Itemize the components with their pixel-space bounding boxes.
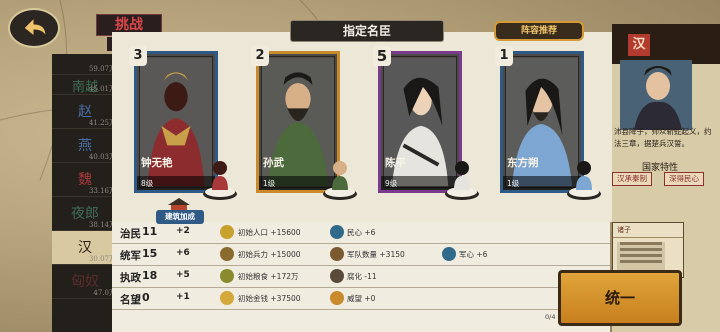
nation-item[interactable]: 赵 41.25万 bbox=[52, 95, 118, 129]
stat-effect: 初始粮食 +172万 bbox=[238, 272, 299, 281]
stat-effect: 军队数量 +3150 bbox=[347, 250, 405, 259]
unify-button[interactable]: 统一 bbox=[558, 270, 682, 326]
stat-effect: 初始人口 +15600 bbox=[238, 228, 301, 237]
stat-effect: 威望 +0 bbox=[347, 294, 376, 303]
stat-label: 统军 bbox=[120, 250, 141, 262]
stat-bonus: +1 bbox=[176, 292, 190, 302]
order-number: 5 bbox=[373, 46, 391, 66]
back-arrow-icon bbox=[23, 16, 47, 38]
lineup-recommend-button[interactable]: 阵容推荐 bbox=[494, 21, 584, 41]
minister-level: 1级 bbox=[507, 179, 520, 188]
order-number: 3 bbox=[129, 46, 147, 66]
minister-name: 钟无艳 bbox=[141, 157, 173, 169]
minister-name: 孙武 bbox=[263, 157, 284, 169]
minister-level: 9级 bbox=[385, 179, 398, 188]
order-number: 2 bbox=[251, 46, 269, 66]
chibi-figure-icon bbox=[445, 161, 479, 200]
nation-description: 沛县降子，帅众斩蛇起义，约法三章，据楚兵汉誓。 bbox=[614, 127, 712, 148]
stat-effect: 腐化 -11 bbox=[347, 272, 377, 281]
stat-value: 11 bbox=[142, 225, 158, 238]
stat-effect: 军心 +6 bbox=[459, 250, 488, 259]
stat-bonus: +6 bbox=[176, 248, 190, 258]
stat-value: 0 bbox=[142, 291, 150, 304]
figurine bbox=[564, 154, 604, 202]
minister-level: 1级 bbox=[263, 179, 276, 188]
nation-item[interactable]: 魏 33.16万 bbox=[52, 163, 118, 197]
stat-effect: 初始兵力 +15000 bbox=[238, 250, 301, 259]
nation-item-selected[interactable]: 汉 30.07万 bbox=[52, 231, 118, 265]
nation-item[interactable]: 燕 40.03万 bbox=[52, 129, 118, 163]
figurine bbox=[442, 154, 482, 202]
stat-label: 治民 bbox=[120, 228, 141, 240]
minister-level: 8级 bbox=[141, 179, 154, 188]
stat-effect: 民心 +6 bbox=[347, 228, 376, 237]
trait-badge[interactable]: 深得民心 bbox=[664, 172, 704, 186]
nation-list: 59.07万 南越 45.01万 赵 41.25万 燕 40.03万 魏 33.… bbox=[52, 54, 118, 332]
stat-value: 18 bbox=[142, 269, 158, 282]
page-indicator: 0/4 bbox=[545, 313, 556, 321]
nation-item[interactable]: 匈奴 47.0万 bbox=[52, 265, 118, 299]
stat-bonus: +5 bbox=[176, 270, 190, 280]
stats-table: 治民 11 +2 初始人口 +15600 民心 +6 统军 15 +6 初始兵力… bbox=[112, 222, 610, 332]
stat-effect: 初始金钱 +37500 bbox=[238, 294, 301, 303]
figurine bbox=[320, 154, 360, 202]
chibi-figure-icon bbox=[567, 161, 601, 200]
army-morale-icon bbox=[442, 247, 456, 261]
figurine bbox=[200, 154, 240, 202]
stat-label: 执政 bbox=[120, 272, 141, 284]
troops-icon bbox=[220, 247, 234, 261]
order-number: 1 bbox=[495, 46, 513, 66]
trait-badge[interactable]: 汉承秦制 bbox=[612, 172, 652, 186]
stat-row: 执政 18 +5 初始粮食 +172万 腐化 -11 bbox=[112, 266, 610, 288]
minister-name: 陈平 bbox=[385, 157, 406, 169]
morale-icon bbox=[330, 225, 344, 239]
grain-icon bbox=[220, 269, 234, 283]
minister-name: 东方朔 bbox=[507, 157, 539, 169]
nation-item[interactable]: 夜郎 38.14万 bbox=[52, 197, 118, 231]
nation-flag: 汉 bbox=[628, 34, 650, 56]
ruler-portrait bbox=[620, 60, 692, 130]
stat-row: 治民 11 +2 初始人口 +15600 民心 +6 bbox=[112, 222, 610, 244]
stat-label: 名望 bbox=[120, 294, 141, 306]
stat-row: 统军 15 +6 初始兵力 +15000 军队数量 +3150 军心 +6 bbox=[112, 244, 610, 266]
building-bonus-tag: 建筑加成 bbox=[156, 210, 204, 224]
edict-card-title: 诸子 bbox=[613, 223, 683, 238]
chibi-figure-icon bbox=[323, 161, 357, 200]
population-icon bbox=[220, 225, 234, 239]
nation-item[interactable]: 南越 45.01万 bbox=[52, 75, 118, 95]
stat-bonus: +2 bbox=[176, 226, 190, 236]
chibi-figure-icon bbox=[203, 161, 237, 200]
back-button[interactable] bbox=[8, 8, 60, 48]
stat-value: 15 bbox=[142, 247, 158, 260]
gold-icon bbox=[220, 291, 234, 305]
nation-item[interactable]: 59.07万 bbox=[52, 54, 118, 75]
building-icon bbox=[168, 198, 190, 211]
corruption-icon bbox=[330, 269, 344, 283]
army-icon bbox=[330, 247, 344, 261]
prestige-icon bbox=[330, 291, 344, 305]
stat-row: 名望 0 +1 初始金钱 +37500 威望 +0 bbox=[112, 288, 610, 310]
dialog-title: 指定名臣 bbox=[290, 20, 444, 42]
